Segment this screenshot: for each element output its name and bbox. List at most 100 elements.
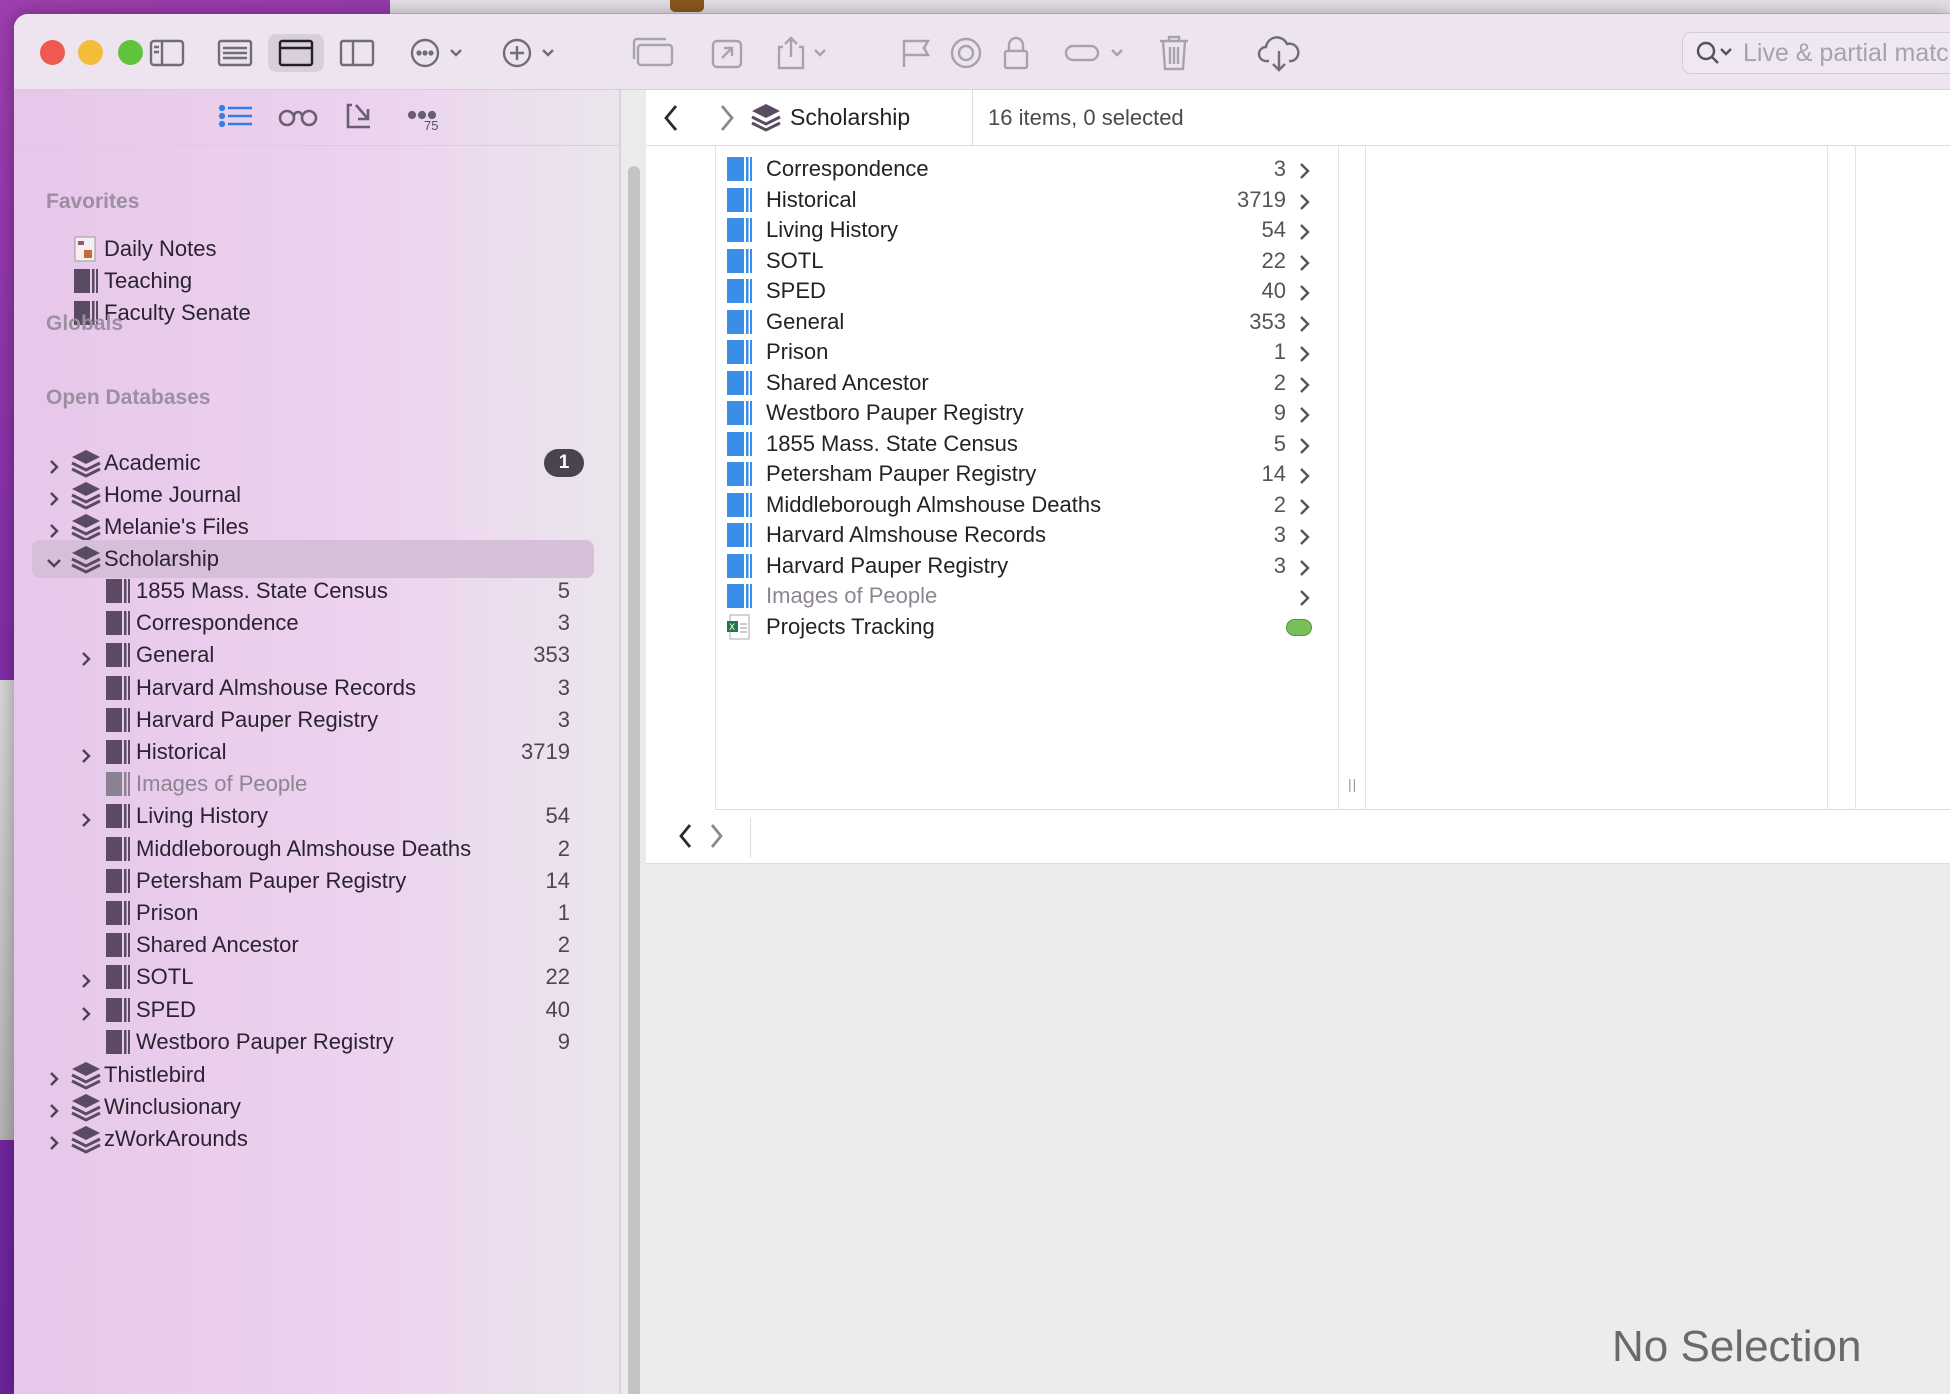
new-window-icon[interactable] xyxy=(628,34,680,72)
chevron-right-icon[interactable] xyxy=(46,519,62,538)
column-view-icon[interactable] xyxy=(268,34,324,72)
item-count: 353 xyxy=(533,642,570,667)
spreadsheet-icon: X xyxy=(727,614,750,640)
blue-group-icon xyxy=(727,432,752,456)
item-count: 3 xyxy=(1273,522,1286,547)
breadcrumb-label: Scholarship xyxy=(790,103,911,130)
back-arrow-icon[interactable] xyxy=(660,102,682,139)
preview-pane: No Selection xyxy=(646,864,1950,1394)
database-item-zworkarounds[interactable]: zWorkArounds xyxy=(32,1120,594,1158)
item-count: 3 xyxy=(557,675,570,700)
chevron-right-icon[interactable] xyxy=(46,1099,62,1118)
column-browser: Correspondence 3 Historical 3719 Living Hist… xyxy=(646,146,1950,810)
item-count: 3719 xyxy=(1237,187,1286,212)
forward-arrow-icon[interactable] xyxy=(716,102,738,139)
favorites-heading: Favorites xyxy=(46,190,140,213)
group-book-icon xyxy=(106,965,130,989)
sidebar-child-label: Historical xyxy=(136,739,227,764)
group-book-icon xyxy=(106,708,130,732)
minimize-window-button[interactable] xyxy=(78,40,103,65)
chevron-right-icon[interactable] xyxy=(46,487,62,506)
blue-group-icon xyxy=(727,371,752,395)
reading-glasses-icon[interactable] xyxy=(276,98,320,134)
sidebar-toggle-icon[interactable] xyxy=(142,34,192,72)
sync-cloud-icon[interactable] xyxy=(1250,34,1308,72)
database-stack-icon xyxy=(71,450,101,478)
group-book-icon xyxy=(106,869,130,893)
item-count: 3719 xyxy=(521,739,570,764)
sidebar-child-label: Harvard Almshouse Records xyxy=(136,675,417,700)
unread-icon[interactable] xyxy=(944,34,988,72)
sidebar-scroll-thumb[interactable] xyxy=(628,166,640,1394)
chevron-right-icon[interactable] xyxy=(78,808,94,827)
document-bar xyxy=(646,810,1950,864)
blue-group-icon xyxy=(727,218,752,242)
chevron-right-icon[interactable] xyxy=(78,969,94,988)
blue-group-icon xyxy=(727,554,752,578)
doc-back-arrow-icon[interactable] xyxy=(674,820,696,857)
flag-icon[interactable] xyxy=(894,34,938,72)
more-actions-icon[interactable] xyxy=(406,34,476,72)
database-stack-icon xyxy=(71,546,101,574)
app-window: Live & partial matc 75 Favorites Daily N… xyxy=(14,14,1950,1394)
item-count: 54 xyxy=(1261,217,1286,242)
column-resize-handle[interactable]: || xyxy=(1338,146,1366,810)
group-book-icon xyxy=(106,837,130,861)
item-count: 54 xyxy=(545,803,570,828)
navigation-bar: Scholarship 16 items, 0 selected xyxy=(646,90,1950,146)
doc-forward-arrow-icon[interactable] xyxy=(706,820,728,857)
share-icon[interactable] xyxy=(770,34,840,72)
label-icon[interactable] xyxy=(1058,34,1138,72)
column-item-label: Harvard Pauper Registry xyxy=(766,553,1009,578)
item-count: 2 xyxy=(1273,492,1286,517)
zoom-window-button[interactable] xyxy=(118,40,143,65)
column-item-label: SOTL xyxy=(766,248,824,273)
sidebar-child-label: SPED xyxy=(136,997,196,1022)
sidebar-tabs: 75 xyxy=(14,90,620,146)
chevron-right-icon[interactable] xyxy=(46,455,62,474)
toolbar: Live & partial matc xyxy=(14,14,1950,90)
list-view-icon[interactable] xyxy=(210,34,260,72)
breadcrumb[interactable]: Scholarship xyxy=(750,102,910,132)
column-list-item[interactable]: X Projects Tracking xyxy=(716,608,1338,646)
chevron-right-icon[interactable] xyxy=(78,1002,94,1021)
group-book-icon xyxy=(74,269,98,293)
group-book-icon xyxy=(106,804,130,828)
import-tab-icon[interactable] xyxy=(344,98,374,134)
chevron-right-icon[interactable] xyxy=(46,1067,62,1086)
blue-group-icon xyxy=(727,462,752,486)
no-selection-text: No Selection xyxy=(1612,1322,1862,1371)
item-count: 3 xyxy=(1273,553,1286,578)
chevron-right-icon[interactable] xyxy=(78,647,94,666)
chevron-right-icon[interactable] xyxy=(78,744,94,763)
green-label-tag xyxy=(1286,619,1312,636)
chevron-down-icon[interactable] xyxy=(46,551,62,568)
trash-icon[interactable] xyxy=(1152,34,1196,72)
navigate-tab-icon[interactable] xyxy=(218,98,254,134)
close-window-button[interactable] xyxy=(40,40,65,65)
item-count: 2 xyxy=(557,836,570,861)
column-gutter xyxy=(646,146,716,810)
sidebar-child-label: Correspondence xyxy=(136,610,299,635)
split-view-icon[interactable] xyxy=(332,34,382,72)
chevron-right-icon[interactable] xyxy=(46,1131,62,1150)
blue-group-icon xyxy=(727,188,752,212)
column-item-label: Harvard Almshouse Records xyxy=(766,522,1047,547)
database-stack-icon xyxy=(71,482,101,510)
add-item-icon[interactable] xyxy=(498,34,568,72)
search-icon xyxy=(1696,41,1732,64)
lock-icon[interactable] xyxy=(994,34,1038,72)
item-count: 2 xyxy=(557,932,570,957)
item-count: 353 xyxy=(1249,309,1286,334)
column-item-label: General xyxy=(766,309,845,334)
search-field[interactable]: Live & partial matc xyxy=(1682,32,1950,74)
blue-group-icon xyxy=(727,310,752,334)
sidebar-child-label: Living History xyxy=(136,803,269,828)
item-count: 22 xyxy=(545,964,570,989)
sidebar-child-label: Prison xyxy=(136,900,199,925)
svg-text:X: X xyxy=(729,623,735,633)
sidebar-scrollbar[interactable] xyxy=(620,90,646,1394)
group-book-icon xyxy=(106,740,130,764)
resize-grip-icon[interactable]: || xyxy=(1348,776,1357,792)
open-external-icon[interactable] xyxy=(704,34,750,72)
